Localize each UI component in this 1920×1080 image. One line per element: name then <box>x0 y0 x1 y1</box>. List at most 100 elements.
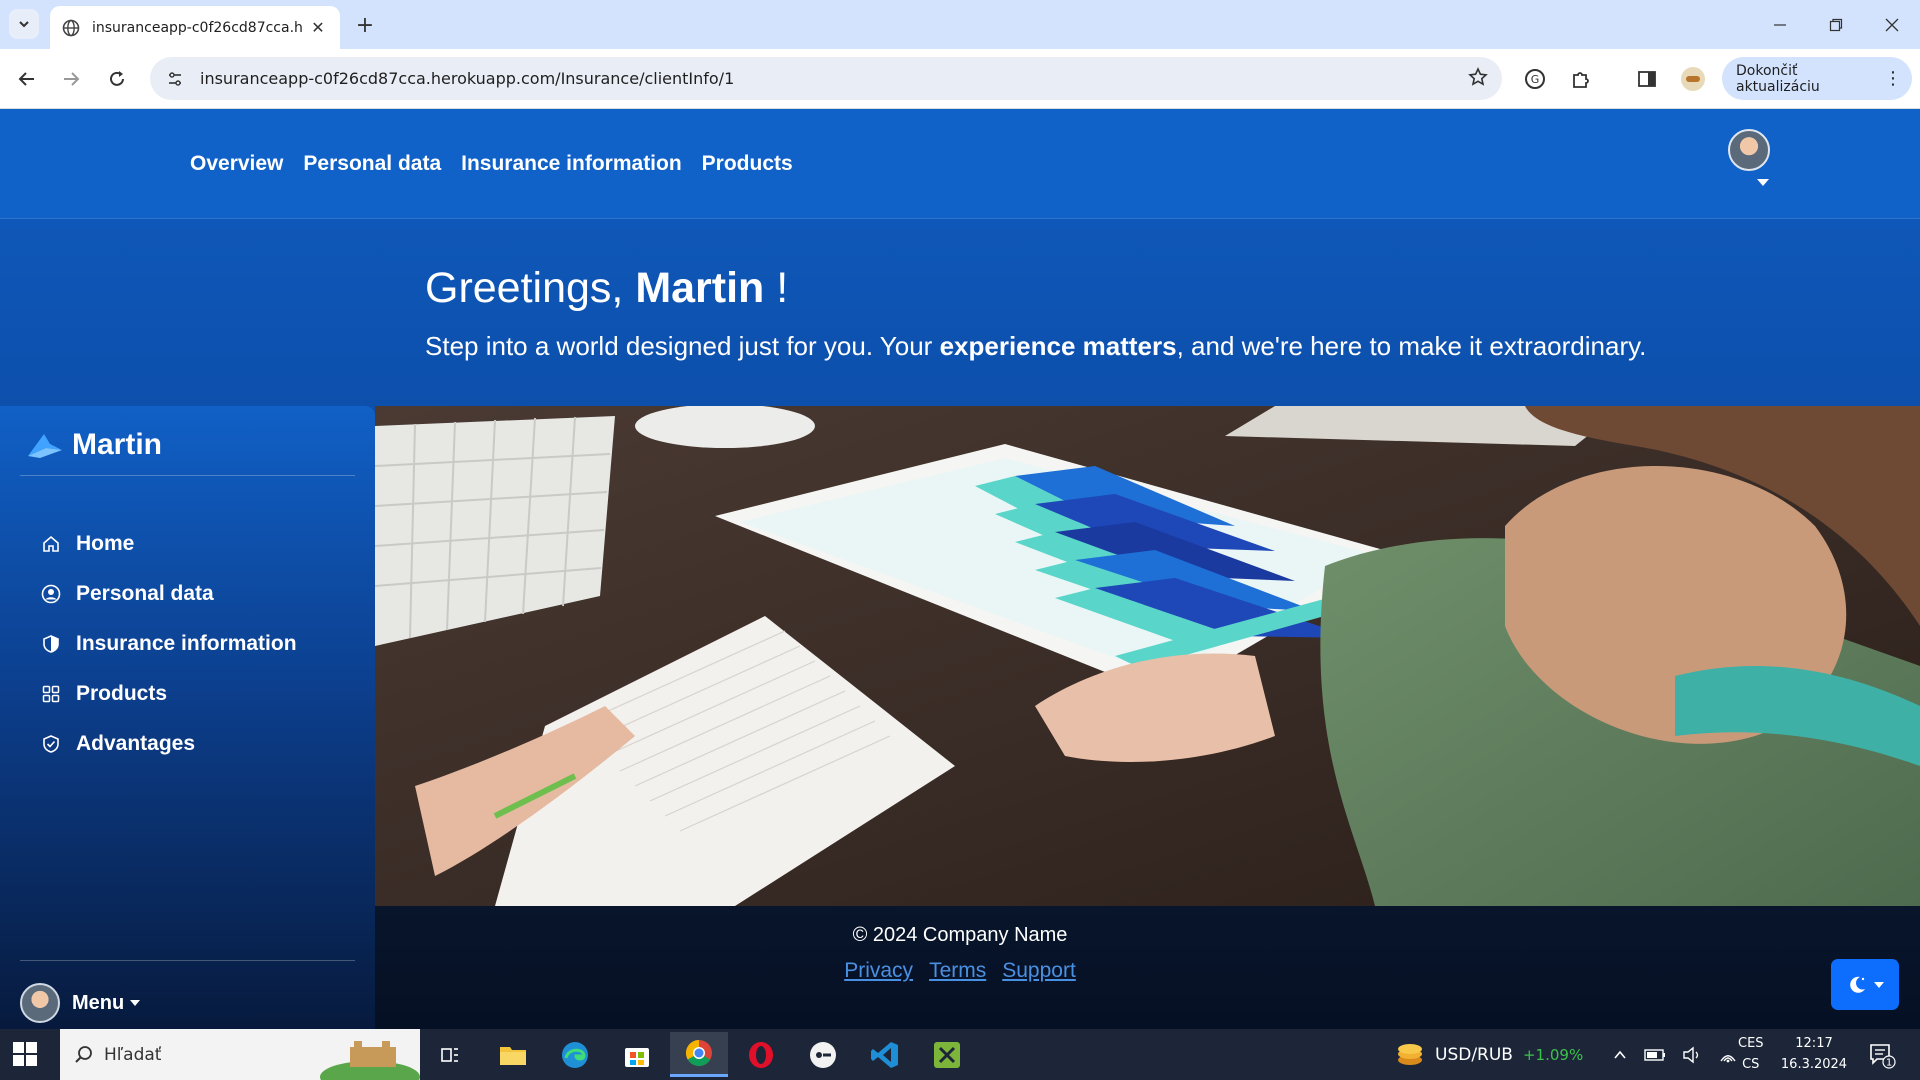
profile-avatar-icon[interactable] <box>1678 64 1708 94</box>
taskbar-store[interactable] <box>608 1032 666 1077</box>
user-avatar[interactable] <box>1728 129 1770 171</box>
address-bar[interactable]: insuranceapp-c0f26cd87cca.herokuapp.com/… <box>150 57 1502 100</box>
search-icon <box>75 1045 92 1063</box>
greeting-subtitle: Step into a world designed just for you.… <box>425 331 1646 362</box>
sidebar-divider <box>20 475 355 476</box>
search-highlight-castle-icon <box>320 1041 420 1080</box>
nav-link-overview[interactable]: Overview <box>190 152 283 176</box>
windows-start-icon[interactable] <box>12 1041 38 1067</box>
sidebar-user-menu[interactable]: Menu <box>20 983 141 1023</box>
taskbar-app-circle[interactable] <box>794 1032 852 1077</box>
browser-tab-active[interactable]: insuranceapp-c0f26cd87cca.herokuapp.com … <box>50 6 340 49</box>
task-view-button[interactable] <box>421 1032 479 1077</box>
tab-title: insuranceapp-c0f26cd87cca.herokuapp.com <box>92 19 302 36</box>
taskbar-search[interactable]: Hľadať <box>60 1029 420 1080</box>
sidebar-divider-bottom <box>20 960 355 961</box>
browser-toolbar: insuranceapp-c0f26cd87cca.herokuapp.com/… <box>0 49 1920 109</box>
nav-link-products[interactable]: Products <box>702 152 793 176</box>
taskbar-edge[interactable] <box>546 1032 604 1077</box>
sidebar-item-advantages[interactable]: Advantages <box>40 719 297 769</box>
footer-links: Privacy Terms Support <box>375 959 1545 983</box>
nav-link-insurance-information[interactable]: Insurance information <box>461 152 682 176</box>
chrome-browser-icon <box>685 1039 712 1067</box>
grid-icon <box>40 683 62 705</box>
edge-browser-icon <box>562 1041 588 1068</box>
bookmark-star-icon[interactable] <box>1468 66 1488 91</box>
sidebar-item-products[interactable]: Products <box>40 669 297 719</box>
greeting-heading: Greetings, Martin ! <box>425 264 788 313</box>
reload-icon <box>110 71 124 86</box>
page-footer: © 2024 Company Name Privacy Terms Suppor… <box>375 906 1920 1029</box>
chevron-up-icon[interactable] <box>1612 1047 1628 1063</box>
minimize-button[interactable] <box>1752 0 1808 49</box>
sidebar-brand[interactable]: Martin <box>26 428 162 462</box>
subtitle-emphasis: experience matters <box>939 331 1177 361</box>
language-code: CES <box>1738 1036 1764 1051</box>
top-nav-links: Overview Personal data Insurance informa… <box>190 152 793 176</box>
theme-toggle-button[interactable] <box>1831 959 1899 1010</box>
svg-text:G: G <box>1531 73 1540 86</box>
sidebar-item-insurance-information[interactable]: Insurance information <box>40 619 297 669</box>
moon-stars-icon <box>1850 976 1865 993</box>
extensions-puzzle-icon[interactable] <box>1566 64 1596 94</box>
keyboard-layout: CS <box>1742 1057 1760 1072</box>
sidebar-item-label: Advantages <box>76 732 196 755</box>
taskbar-file-explorer[interactable] <box>484 1032 542 1077</box>
taskbar-chrome[interactable] <box>670 1032 728 1077</box>
footer-link-privacy[interactable]: Privacy <box>844 959 913 983</box>
forward-button[interactable] <box>56 64 86 94</box>
taskbar-clock[interactable]: 12:17 16.3.2024 <box>1778 1033 1850 1075</box>
footer-link-support[interactable]: Support <box>1002 959 1076 983</box>
menu-label: Menu <box>72 991 125 1014</box>
update-browser-button[interactable]: Dokončiť aktualizáciu ⋮ <box>1722 57 1912 100</box>
taskbar-opera[interactable] <box>732 1032 790 1077</box>
brand-logo-icon <box>28 434 62 458</box>
copyright-text: © 2024 Company Name <box>852 924 1068 946</box>
tab-search-button[interactable] <box>9 9 39 39</box>
globe-icon <box>62 19 80 36</box>
url-text: insuranceapp-c0f26cd87cca.herokuapp.com/… <box>200 69 735 88</box>
caret-down-icon[interactable] <box>1757 179 1769 186</box>
more-options-icon[interactable]: ⋮ <box>1884 68 1902 89</box>
currency-ticker[interactable]: USD/RUB +1.09% <box>1395 1029 1583 1080</box>
restore-button[interactable] <box>1808 0 1864 49</box>
app-circle-icon <box>810 1041 836 1068</box>
sidebar-item-label: Products <box>76 682 168 705</box>
wifi-icon[interactable] <box>1718 1046 1738 1064</box>
hero-photo <box>375 406 1920 906</box>
user-circle-icon <box>40 583 62 605</box>
top-navbar: Overview Personal data Insurance informa… <box>0 109 1920 219</box>
shield-check-icon <box>40 733 62 755</box>
spreadsheet-app-icon <box>934 1041 960 1068</box>
vscode-icon <box>871 1041 898 1068</box>
site-info-icon[interactable] <box>164 68 186 90</box>
taskbar-app-green[interactable] <box>918 1032 976 1077</box>
caret-down-icon <box>130 1000 141 1006</box>
new-tab-button[interactable]: + <box>352 12 378 38</box>
taskbar-vscode[interactable] <box>856 1032 914 1077</box>
volume-icon[interactable] <box>1682 1046 1702 1064</box>
brand-name: Martin <box>72 428 162 461</box>
nav-link-personal-data[interactable]: Personal data <box>303 152 441 176</box>
system-tray <box>1612 1029 1738 1080</box>
ticker-pair: USD/RUB <box>1435 1044 1513 1065</box>
sidebar-avatar <box>20 983 60 1023</box>
sidebar-item-home[interactable]: Home <box>40 519 297 569</box>
close-tab-icon[interactable]: ✕ <box>308 18 328 37</box>
close-window-button[interactable] <box>1864 0 1920 49</box>
search-placeholder: Hľadať <box>104 1044 162 1065</box>
side-panel-icon[interactable] <box>1632 64 1662 94</box>
greeting-prefix: Greetings, <box>425 264 636 312</box>
footer-link-terms[interactable]: Terms <box>929 959 986 983</box>
battery-icon[interactable] <box>1644 1047 1666 1063</box>
web-page: Overview Personal data Insurance informa… <box>0 109 1920 1029</box>
folder-icon <box>500 1046 526 1065</box>
reload-button[interactable] <box>102 64 132 94</box>
sidebar-item-personal-data[interactable]: Personal data <box>40 569 297 619</box>
back-button[interactable] <box>12 64 42 94</box>
grammar-extension-icon[interactable]: G <box>1520 64 1550 94</box>
update-label: Dokončiť aktualizáciu <box>1736 62 1820 95</box>
notification-center-icon[interactable]: 1 <box>1868 1041 1896 1069</box>
sidebar: Martin Home Personal data Insurance info… <box>0 406 375 1029</box>
keyboard-language[interactable]: CES CS <box>1738 1033 1764 1075</box>
